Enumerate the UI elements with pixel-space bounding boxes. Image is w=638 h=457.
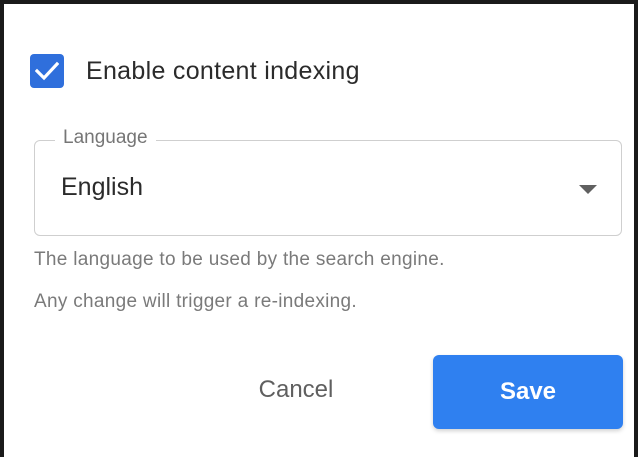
enable-indexing-row[interactable]: Enable content indexing <box>30 53 360 89</box>
dialog-panel: Enable content indexing Language English… <box>0 0 638 457</box>
dropdown-arrow-icon[interactable] <box>579 185 597 194</box>
language-select-label: Language <box>55 127 156 149</box>
save-button[interactable]: Save <box>433 355 623 429</box>
enable-indexing-checkbox[interactable] <box>30 54 64 88</box>
cancel-button[interactable]: Cancel <box>244 366 348 414</box>
language-select[interactable]: Language English <box>34 127 622 236</box>
enable-indexing-label[interactable]: Enable content indexing <box>86 57 360 86</box>
language-select-value[interactable]: English <box>61 173 143 202</box>
language-helper-text-1: The language to be used by the search en… <box>34 249 445 270</box>
checkmark-icon <box>35 61 59 81</box>
language-helper-text-2: Any change will trigger a re-indexing. <box>34 291 357 312</box>
